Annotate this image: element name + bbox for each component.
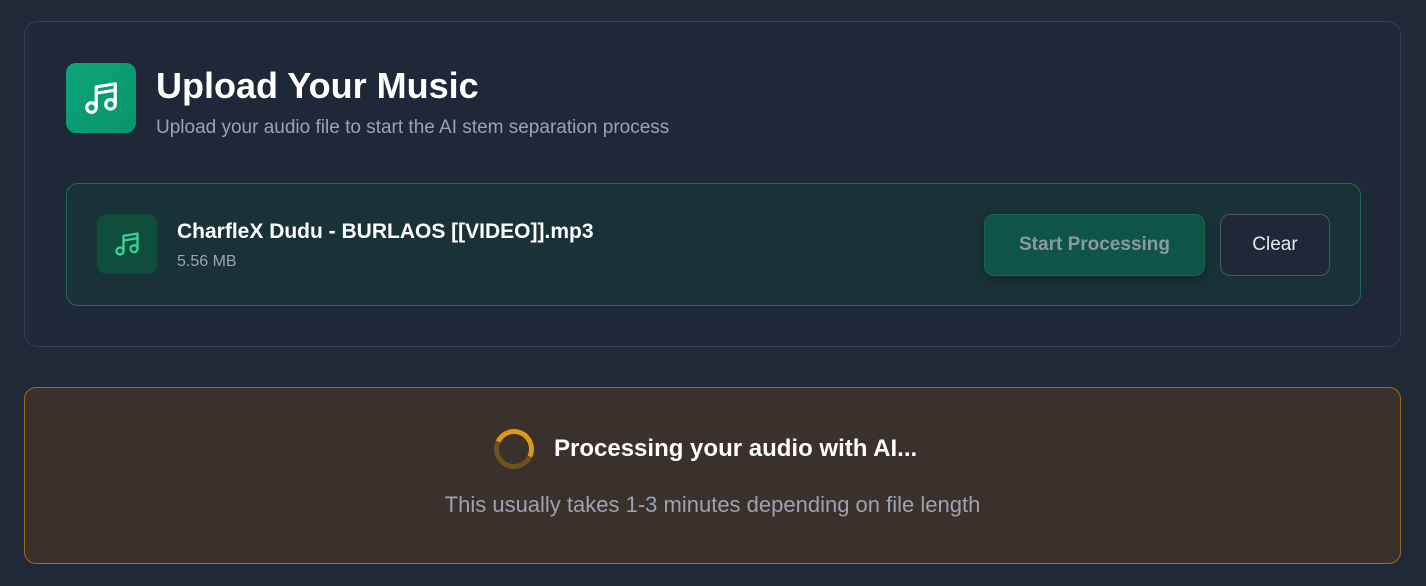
page-title: Upload Your Music	[156, 65, 479, 106]
file-name: CharfleX Dudu - BURLAOS [[VIDEO]].mp3	[177, 220, 594, 243]
loading-spinner-icon	[488, 423, 540, 475]
selected-file-row: CharfleX Dudu - BURLAOS [[VIDEO]].mp3 5.…	[66, 183, 1361, 306]
processing-note: This usually takes 1-3 minutes depending…	[444, 492, 981, 517]
clear-button[interactable]: Clear	[1220, 214, 1330, 276]
processing-title: Processing your audio with AI...	[554, 435, 918, 462]
music-note-icon	[66, 63, 136, 133]
music-note-icon	[97, 214, 157, 274]
start-processing-button[interactable]: Start Processing	[984, 214, 1205, 276]
page-subtitle: Upload your audio file to start the AI s…	[156, 117, 670, 138]
upload-card: Upload Your Music Upload your audio file…	[24, 21, 1401, 347]
file-size: 5.56 MB	[177, 253, 237, 270]
processing-status-card: Processing your audio with AI... This us…	[24, 387, 1401, 564]
